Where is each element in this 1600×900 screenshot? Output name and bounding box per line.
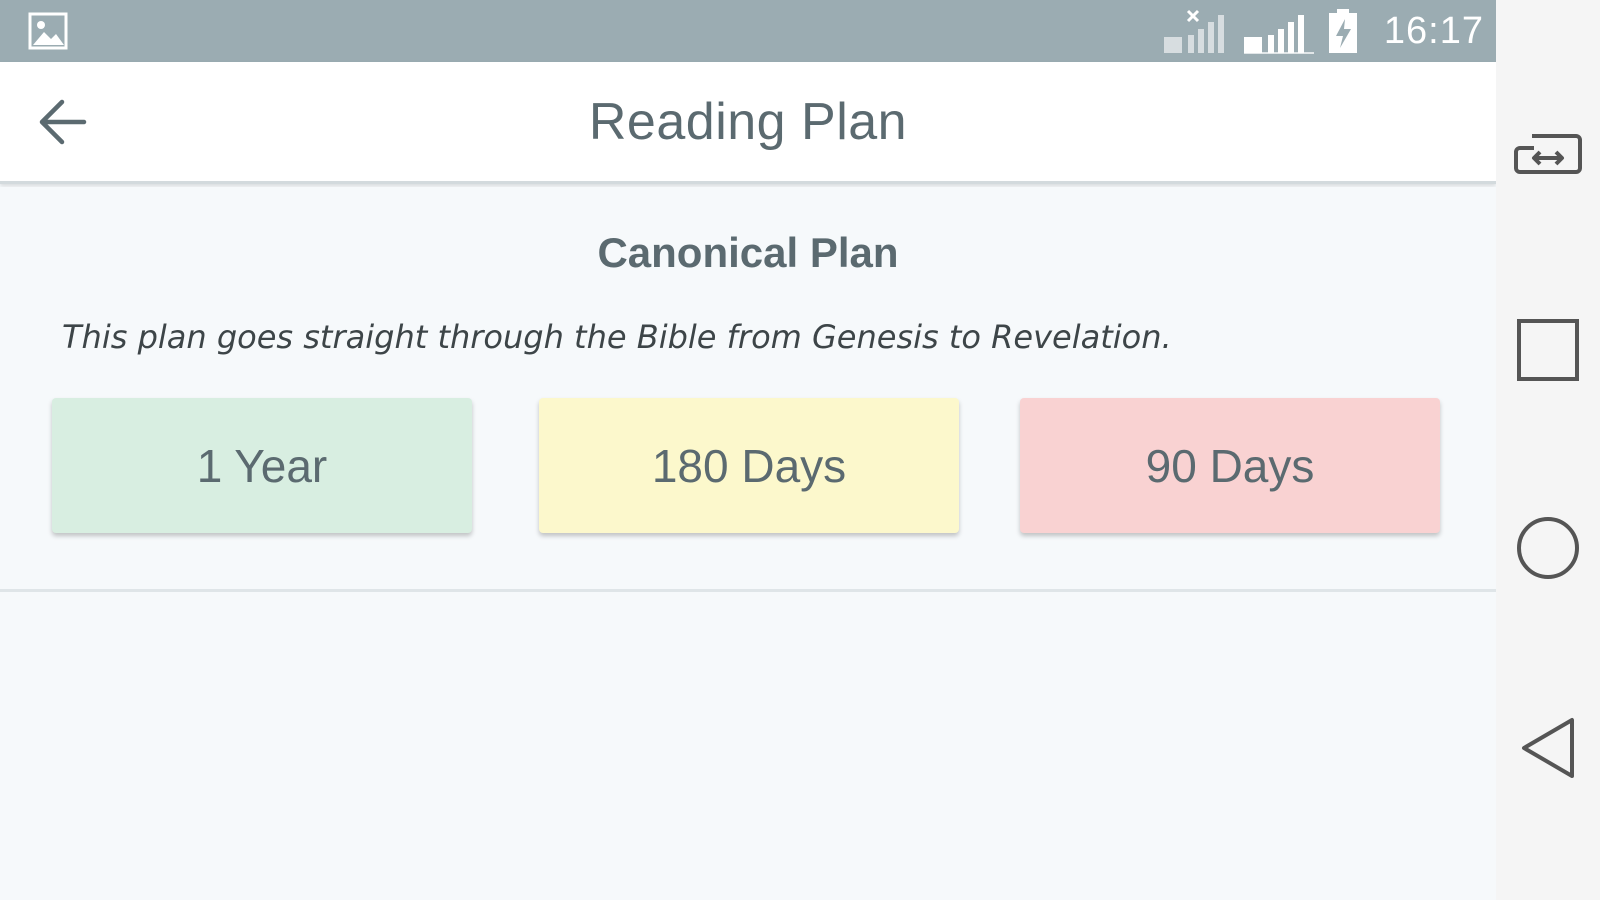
screen-switch-button[interactable] [1496,104,1600,204]
signal-2g-icon [1243,15,1314,54]
main-content: Canonical Plan This plan goes straight t… [0,187,1496,900]
app-bar: Reading Plan [0,62,1496,184]
plan-options: 1 Year 180 Days 90 Days [52,398,1446,533]
recents-button[interactable] [1496,300,1600,400]
plan-title: Canonical Plan [597,229,899,276]
status-bar: 16:17 [0,0,1496,62]
plan-card: Canonical Plan This plan goes straight t… [0,187,1496,592]
screen: 16:17 Reading Plan Canonical Plan This p… [0,0,1600,900]
plan-description: This plan goes straight through the Bibl… [62,318,1172,356]
recents-icon [1517,319,1579,381]
screen-switch-icon [1514,134,1582,174]
plan-1-year-button[interactable]: 1 Year [52,398,472,533]
home-button[interactable] [1496,498,1600,598]
signal-no-service-icon [1163,9,1224,53]
status-time: 16:17 [1383,9,1484,52]
gallery-icon [28,12,68,50]
system-back-button[interactable] [1496,698,1600,798]
plan-90-days-button[interactable]: 90 Days [1020,398,1440,533]
page-title: Reading Plan [588,93,908,151]
home-icon [1517,517,1579,579]
plan-180-days-button[interactable]: 180 Days [539,398,959,533]
back-icon [1522,718,1574,778]
system-nav-bar [1496,0,1600,900]
status-icons: 16:17 [1162,0,1484,62]
battery-charging-icon [1328,9,1357,53]
